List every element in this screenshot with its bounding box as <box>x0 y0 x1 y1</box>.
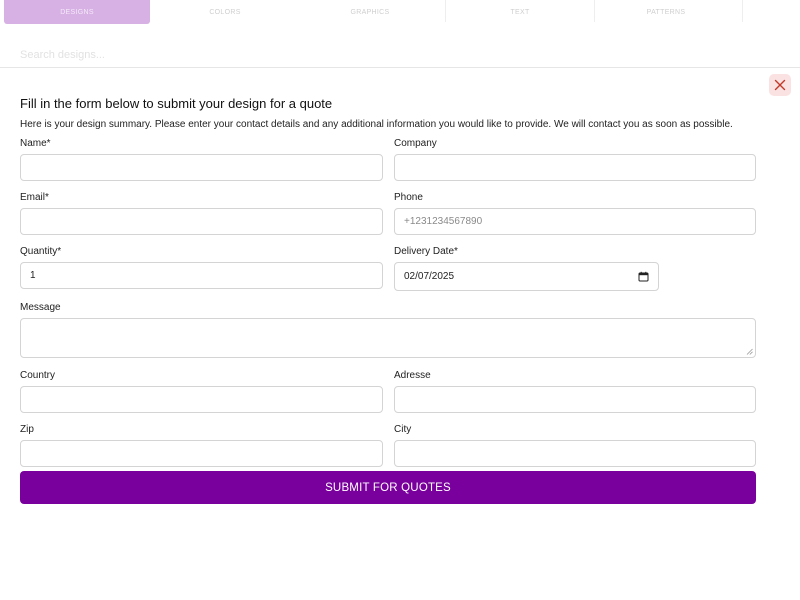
bg-tab-patterns[interactable]: PATTERNS <box>598 0 734 24</box>
quantity-label: Quantity* <box>20 246 62 257</box>
address-field[interactable] <box>394 386 756 413</box>
bg-tab-colors[interactable]: COLORS <box>160 0 290 24</box>
phone-placeholder: +1231234567890 <box>404 216 483 227</box>
email-label: Email* <box>20 192 49 203</box>
message-textarea[interactable] <box>20 318 756 358</box>
close-button[interactable] <box>769 74 791 96</box>
bg-search-input[interactable]: Search designs... <box>10 44 620 66</box>
bg-tab-text[interactable]: TEXT <box>450 0 590 24</box>
bg-tab-divider <box>594 0 595 22</box>
city-label: City <box>394 424 412 435</box>
calendar-icon[interactable] <box>638 271 649 282</box>
delivery-date-value: 02/07/2025 <box>404 271 455 282</box>
country-label: Country <box>20 370 56 381</box>
form-description: Here is your design summary. Please ente… <box>20 119 733 130</box>
quote-modal: Fill in the form below to submit your de… <box>0 67 800 600</box>
bg-tab-designs[interactable]: DESIGNS <box>4 0 150 24</box>
delivery-date-label: Delivery Date* <box>394 246 458 257</box>
country-field[interactable] <box>20 386 383 413</box>
bg-tab-divider <box>445 0 446 22</box>
page: DESIGNS COLORS GRAPHICS TEXT PATTERNS Se… <box>0 0 800 600</box>
message-label: Message <box>20 302 61 313</box>
form-title: Fill in the form below to submit your de… <box>20 96 333 111</box>
company-label: Company <box>394 138 437 149</box>
quantity-field[interactable]: 1 <box>20 262 383 289</box>
resize-grip-icon[interactable] <box>746 348 753 355</box>
name-field[interactable] <box>20 154 383 181</box>
name-label: Name* <box>20 138 51 149</box>
quantity-value: 1 <box>30 270 36 281</box>
background-nav: DESIGNS COLORS GRAPHICS TEXT PATTERNS <box>0 0 800 26</box>
phone-field[interactable]: +1231234567890 <box>394 208 756 235</box>
zip-field[interactable] <box>20 440 383 467</box>
close-icon <box>774 79 786 91</box>
zip-label: Zip <box>20 424 34 435</box>
address-label: Adresse <box>394 370 431 381</box>
delivery-date-field[interactable]: 02/07/2025 <box>394 262 659 291</box>
bg-tab-graphics[interactable]: GRAPHICS <box>300 0 440 24</box>
bg-tab-divider <box>742 0 743 22</box>
email-field[interactable] <box>20 208 383 235</box>
submit-for-quotes-button[interactable]: SUBMIT FOR QUOTES <box>20 471 756 504</box>
phone-label: Phone <box>394 192 423 203</box>
city-field[interactable] <box>394 440 756 467</box>
company-field[interactable] <box>394 154 756 181</box>
